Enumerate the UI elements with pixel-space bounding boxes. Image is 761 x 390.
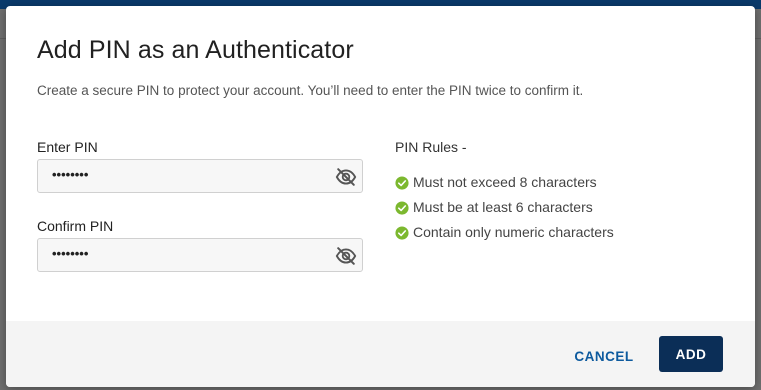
confirm-pin-label: Confirm PIN: [37, 218, 114, 234]
check-circle-icon: [395, 201, 409, 215]
check-circle-icon: [395, 176, 409, 190]
enter-pin-input[interactable]: ••••••••: [37, 159, 363, 193]
pin-rules-title: PIN Rules -: [395, 139, 467, 155]
cancel-button[interactable]: CANCEL: [570, 344, 638, 368]
add-button[interactable]: ADD: [659, 336, 723, 372]
pin-rule-text: Must be at least 6 characters: [413, 199, 593, 215]
add-pin-dialog: Add PIN as an Authenticator Create a sec…: [6, 6, 755, 387]
confirm-pin-input[interactable]: ••••••••: [37, 238, 363, 272]
dialog-description: Create a secure PIN to protect your acco…: [37, 83, 584, 98]
dialog-footer: CANCEL ADD: [6, 321, 755, 387]
enter-pin-value: ••••••••: [52, 167, 89, 182]
pin-rule-text: Must not exceed 8 characters: [413, 174, 597, 190]
enter-pin-label: Enter PIN: [37, 139, 98, 155]
confirm-pin-value: ••••••••: [52, 246, 89, 261]
eye-slash-icon[interactable]: [335, 166, 357, 188]
dialog-title: Add PIN as an Authenticator: [37, 36, 354, 64]
eye-slash-icon[interactable]: [335, 245, 357, 267]
pin-rule-text: Contain only numeric characters: [413, 224, 614, 240]
check-circle-icon: [395, 226, 409, 240]
